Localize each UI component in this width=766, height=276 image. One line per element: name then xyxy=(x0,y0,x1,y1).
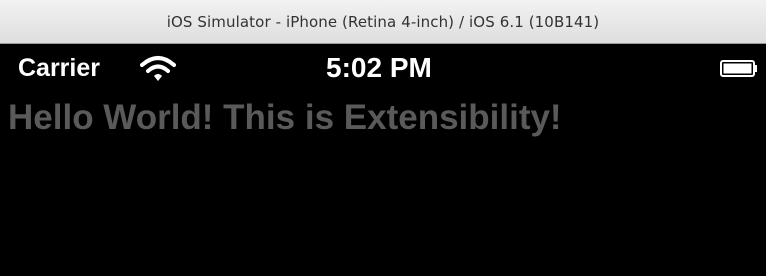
carrier-label: Carrier xyxy=(18,54,100,82)
window-titlebar[interactable]: iOS Simulator - iPhone (Retina 4-inch) /… xyxy=(0,0,766,44)
hello-label: Hello World! This is Extensibility! xyxy=(8,98,562,137)
status-bar: Carrier 5:02 PM xyxy=(8,44,766,92)
status-time: 5:02 PM xyxy=(326,52,432,83)
simulator-window: iOS Simulator - iPhone (Retina 4-inch) /… xyxy=(0,0,766,276)
wifi-icon xyxy=(140,56,176,81)
battery-icon xyxy=(720,60,757,77)
window-title: iOS Simulator - iPhone (Retina 4-inch) /… xyxy=(166,12,600,31)
device-screen[interactable]: Carrier 5:02 PM Hello World! This is Ext… xyxy=(8,44,766,276)
